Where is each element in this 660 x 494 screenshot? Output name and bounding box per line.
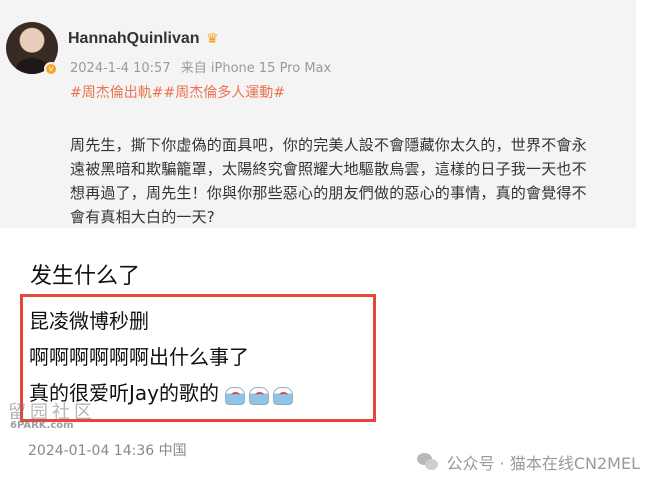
crying-emoji-icon (249, 387, 269, 405)
post-date: 2024-1-4 10:57 (70, 61, 171, 76)
comment-line-1: 昆凌微博秒删 (29, 309, 149, 333)
post-body: 周先生，撕下你虚偽的面具吧，你的完美人設不會隱藏你太久的，世界不會永遠被黑暗和欺… (70, 136, 587, 226)
comment-location: 中国 (158, 443, 187, 459)
question-heading: 发生什么了 (30, 264, 141, 289)
crown-icon: ♛ (206, 31, 219, 47)
comment-meta: 2024-01-04 14:36 中国 (28, 440, 187, 460)
crying-emoji-icon (273, 387, 293, 405)
comment-timestamp: 2024-01-04 14:36 (28, 443, 155, 459)
comment-line-2: 啊啊啊啊啊啊出什么事了 (29, 345, 249, 369)
source-tag-text: 公众号 · 猫本在线CN2MEL (446, 454, 640, 473)
post-source: 来自 iPhone 15 Pro Max (180, 61, 332, 76)
weibo-post-screenshot: v HannahQuinlivan ♛ 2024-1-4 10:57 来自 iP… (0, 0, 636, 228)
emoji-row (221, 377, 293, 413)
source-tag: 公众号 · 猫本在线CN2MEL (416, 450, 640, 474)
post-hashtags[interactable]: #周杰倫出軌##周杰倫多人運動# (70, 82, 285, 102)
wechat-icon (416, 453, 439, 471)
post-meta: 2024-1-4 10:57 来自 iPhone 15 Pro Max (70, 57, 337, 76)
verified-badge-icon: v (44, 62, 58, 76)
watermark-url: 6PARK.com (10, 420, 74, 431)
crying-emoji-icon (225, 387, 245, 405)
post-username[interactable]: HannahQuinlivan (68, 30, 200, 48)
